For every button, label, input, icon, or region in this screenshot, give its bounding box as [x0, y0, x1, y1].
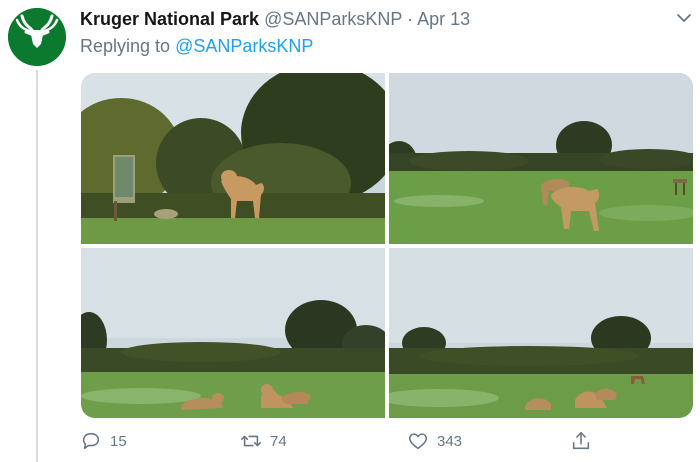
replying-mention[interactable]: @SANParksKNP — [175, 36, 313, 56]
retweet-icon — [241, 435, 261, 447]
like-count: 343 — [437, 432, 463, 450]
photo-lions-walking[interactable] — [389, 73, 693, 244]
separator-dot: · — [407, 9, 414, 29]
retweet-count: 74 — [270, 432, 287, 450]
photo-lion-standing[interactable] — [81, 73, 385, 244]
author-name[interactable]: Kruger National Park — [80, 9, 259, 29]
tweet-date[interactable]: Apr 13 — [417, 9, 470, 29]
heart-icon — [408, 433, 428, 450]
reply-count: 15 — [110, 432, 127, 450]
photo-lions-resting[interactable] — [389, 248, 693, 418]
replying-label: Replying to — [80, 36, 171, 56]
replying-to: Replying to @SANParksKNP — [80, 36, 313, 57]
chevron-down-icon[interactable] — [676, 10, 692, 26]
reply-button[interactable]: 15 — [80, 430, 127, 452]
author-handle[interactable]: @SANParksKNP — [264, 9, 402, 29]
retweet-button[interactable]: 74 — [240, 430, 287, 452]
like-button[interactable]: 343 — [407, 430, 462, 452]
thread-line — [36, 70, 38, 462]
share-icon — [572, 431, 590, 450]
avatar[interactable] — [8, 8, 66, 66]
kudu-logo-icon — [8, 8, 66, 66]
share-button[interactable] — [570, 430, 592, 452]
photo-grid — [81, 73, 693, 418]
photo-lions-lying[interactable] — [81, 248, 385, 418]
tweet-header: Kruger National Park @SANParksKNP · Apr … — [80, 9, 470, 30]
tweet-actions: 15 74 343 — [80, 430, 600, 456]
reply-icon — [82, 432, 100, 450]
